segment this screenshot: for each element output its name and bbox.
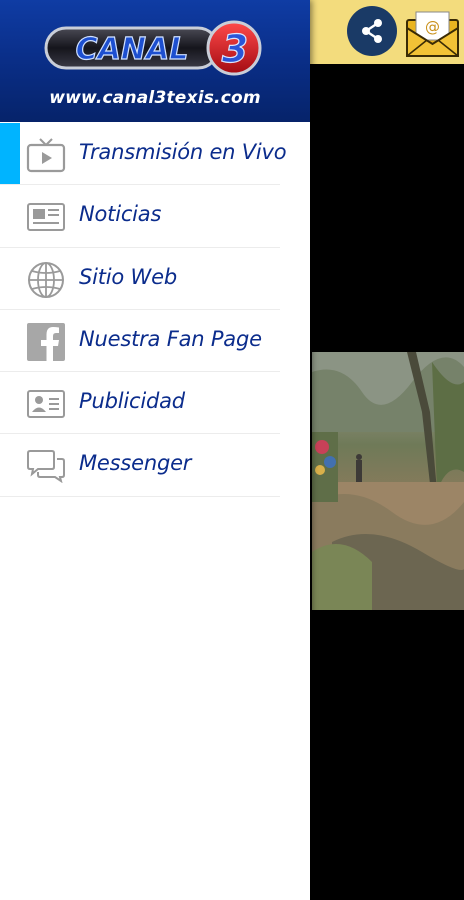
- menu-label: Messenger: [79, 451, 192, 476]
- video-scene: [312, 352, 464, 610]
- chat-bubbles-icon: [26, 446, 66, 486]
- tv-icon: [26, 135, 66, 175]
- share-button[interactable]: [347, 6, 397, 56]
- menu-item-transmision-en-vivo[interactable]: Transmisión en Vivo: [0, 123, 310, 186]
- drawer-header: CANAL 3 www.canal3texis.com: [0, 0, 310, 122]
- menu-item-messenger[interactable]: Messenger: [0, 434, 310, 498]
- menu-item-sitio-web[interactable]: Sitio Web: [0, 248, 310, 311]
- video-thumbnail[interactable]: [312, 352, 464, 610]
- drawer-menu: Transmisión en Vivo Noticias Sitio Web N…: [0, 123, 310, 498]
- email-button[interactable]: @: [405, 6, 460, 58]
- canal3-logo: CANAL 3: [44, 20, 262, 76]
- email-at-symbol: @: [425, 18, 440, 36]
- menu-label: Publicidad: [79, 389, 185, 414]
- facebook-icon: [26, 322, 66, 362]
- menu-label: Transmisión en Vivo: [79, 140, 287, 164]
- menu-item-fan-page[interactable]: Nuestra Fan Page: [0, 310, 310, 373]
- menu-label: Sitio Web: [79, 264, 177, 289]
- menu-label: Noticias: [79, 202, 162, 227]
- newspaper-icon: [26, 197, 66, 237]
- navigation-drawer: CANAL 3 www.canal3texis.com Transmisión …: [0, 0, 310, 900]
- contact-card-icon: [26, 384, 66, 424]
- menu-label: Nuestra Fan Page: [79, 326, 262, 351]
- active-indicator: [0, 123, 20, 185]
- share-icon: [362, 19, 382, 43]
- email-envelope-icon: @: [406, 11, 459, 57]
- menu-item-noticias[interactable]: Noticias: [0, 185, 310, 248]
- logo-number: 3: [222, 27, 248, 71]
- menu-item-publicidad[interactable]: Publicidad: [0, 372, 310, 435]
- logo-text: CANAL: [76, 32, 189, 67]
- site-url: www.canal3texis.com: [49, 88, 261, 108]
- globe-icon: [26, 260, 66, 300]
